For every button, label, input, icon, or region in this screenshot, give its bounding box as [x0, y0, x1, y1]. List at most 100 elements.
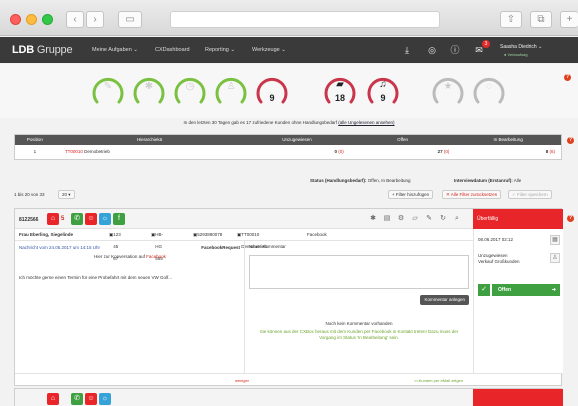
service-icon[interactable]: ☼ [99, 213, 111, 225]
filter-bar: Status (Handlungsbedarf): Offen, In Bear… [14, 178, 562, 202]
gauge-wrench[interactable]: ✎ [90, 72, 126, 108]
folder-icon[interactable]: ▱ [411, 215, 419, 223]
notice-text: In den letzten 30 Tagen gab es 17 zufrie… [183, 120, 395, 125]
refresh-icon[interactable]: ↻ [439, 215, 447, 223]
close-window-button[interactable] [10, 14, 21, 25]
user-name[interactable]: Saasha Diedrich ⌄ [500, 44, 542, 50]
save-filter-button[interactable]: ✓ Filter speichern [508, 190, 552, 199]
search-icon[interactable]: ⌕ [453, 215, 461, 223]
gauge-gray-star[interactable]: ★ [430, 72, 466, 108]
column-header[interactable]: Unzugewiesen [244, 135, 350, 145]
comment-label: Neuer Kommentar [249, 244, 286, 249]
status-select[interactable]: Offen ➜ [492, 284, 560, 296]
gauge-folder[interactable]: ▰ 18 [322, 72, 358, 108]
back-button[interactable]: ‹ [66, 11, 84, 28]
message-type: FacebookRequest [201, 245, 240, 250]
card-footer: weniger <<Kunden per eMail zeigen [15, 373, 563, 387]
message-meta: Nachricht vom 24.05.2017 um 14:15 Uhr [19, 245, 101, 250]
comment-input[interactable] [249, 255, 469, 289]
comment-pane: Neuer Kommentar Kommentar anlegen Noch k… [245, 241, 473, 373]
customer-info-row: Frau Eberling, Siegelinde ▣ 123 45 67 ▣ … [15, 229, 473, 261]
star-icon: ✱ [144, 81, 154, 92]
gauge-gray[interactable]: ◌ [471, 72, 507, 108]
notice-link[interactable]: (alle Ungelesenen ansehen) [338, 120, 394, 125]
logo[interactable]: LDB Gruppe [12, 44, 73, 56]
column-header[interactable]: Hierarchiekä [55, 135, 244, 145]
user-status: ● Verkaufsag [504, 52, 528, 57]
help-icon[interactable]: ? [564, 74, 571, 81]
gauge-star[interactable]: ✱ [131, 72, 167, 108]
check-icon[interactable]: ✓ [478, 284, 490, 296]
table-header: Position Hierarchiekä Unzugewiesen Offen… [15, 135, 561, 145]
message-pane: Nachricht vom 24.05.2017 um 14:15 Uhr Fa… [15, 241, 245, 373]
plate-field[interactable]: ▣ HB-HG 555 [151, 229, 163, 261]
person-icon: ♙ [226, 81, 236, 92]
nav-cxdashboard[interactable]: CXDashboard [155, 47, 190, 53]
star-icon[interactable]: ✱ [369, 215, 377, 223]
folder-icon: ▰ [336, 79, 344, 90]
alert-icon[interactable]: ☺ [85, 393, 97, 405]
edit-icon[interactable]: ✎ [425, 215, 433, 223]
gauge-red-1[interactable]: 9 [254, 72, 290, 108]
case-badge: 5 [61, 216, 65, 222]
sidebar-icon[interactable]: ▭ [118, 11, 142, 28]
column-header[interactable]: Position [15, 135, 55, 145]
url-bar[interactable] [170, 11, 440, 28]
calendar-icon[interactable]: ▦ [550, 235, 560, 245]
home-icon[interactable]: ⌂ [47, 213, 59, 225]
add-comment-button[interactable]: Kommentar anlegen [420, 295, 469, 305]
assign-user-icon[interactable]: ♙ [550, 253, 560, 263]
add-filter-button[interactable]: + Filter hinzufügen [388, 190, 434, 199]
info-icon[interactable]: ⓘ [448, 43, 462, 57]
case-card-next[interactable]: ⌂ ✆ ☺ ☼ [14, 388, 563, 406]
row-in-progress: 8 (6) [545, 149, 555, 154]
reset-filter-button[interactable]: ✕ Alle Filter zurücksetzen [442, 190, 502, 199]
column-header[interactable]: Offen [350, 135, 456, 145]
list-icon[interactable]: ▤ [383, 215, 391, 223]
card-header: 8122566 ⌂ 5 ✆ ☺ ☼ f ✱ ▤ ⚙ ▱ ✎ ↻ ⌕ [15, 209, 473, 229]
minimize-window-button[interactable] [26, 14, 37, 25]
browser-chrome: ‹ › ▭ ⇧ ⧉ + [0, 0, 578, 36]
column-header[interactable]: In Bearbeitung [455, 135, 561, 145]
download-icon[interactable]: ⤓ [400, 43, 414, 57]
less-link[interactable]: weniger [235, 378, 249, 383]
clock-icon: ◷ [185, 81, 195, 92]
alert-icon[interactable]: ☺ [85, 213, 97, 225]
order-field[interactable]: ▣ 5293890078 [193, 229, 222, 241]
gauge-bell[interactable]: ♫ 9 [365, 72, 401, 108]
facebook-link[interactable]: Facebook [146, 254, 166, 259]
table-row[interactable]: 1 TT00010 Demobetrieb 0 (0) 27 (0) 8 (6) [15, 145, 561, 159]
status-filter: Status (Handlungsbedarf): Offen, In Bear… [310, 178, 411, 183]
phone-icon[interactable]: ✆ [71, 213, 83, 225]
settings-icon[interactable]: ⚙ [397, 215, 405, 223]
message-body: Ich möchte gerne einen Termin für eine P… [19, 275, 172, 280]
per-page-select[interactable]: 20 ▾ [58, 190, 75, 199]
forward-button[interactable]: › [86, 11, 104, 28]
summary-table: Position Hierarchiekä Unzugewiesen Offen… [14, 134, 574, 160]
maximize-window-button[interactable] [42, 14, 53, 25]
nav-werkzeuge[interactable]: Werkzeuge ⌄ [252, 47, 286, 53]
message-sub: Hier zur Konversation auf Facebook [94, 254, 166, 259]
case-date: 08.06.2017 02:12 [478, 237, 514, 242]
chat-icon[interactable]: ◎ [425, 43, 439, 57]
service-icon[interactable]: ☼ [99, 393, 111, 405]
home-icon[interactable]: ⌂ [47, 393, 59, 405]
gauge-clock[interactable]: ◷ [172, 72, 208, 108]
help-icon[interactable]: ? [567, 215, 574, 222]
gauge-value: 9 [380, 93, 386, 103]
dealer-field[interactable]: ▣ TT00010 Demobetrieb [237, 229, 267, 249]
customer-name[interactable]: Frau Eberling, Siegelinde [19, 229, 73, 241]
gauge-person[interactable]: ♙ [213, 72, 249, 108]
phone-icon[interactable]: ✆ [71, 393, 83, 405]
nav-meine-aufgaben[interactable]: Meine Aufgaben ⌄ [92, 47, 138, 53]
result-count: 1 bis 20 von 33 [14, 192, 45, 197]
show-email-link[interactable]: <<Kunden per eMail zeigen [414, 378, 463, 383]
help-icon[interactable]: ? [567, 137, 574, 144]
share-icon[interactable]: ⇧ [500, 11, 522, 28]
tabs-icon[interactable]: ⧉ [530, 11, 552, 28]
phone-field[interactable]: ▣ 123 45 67 [109, 229, 121, 261]
facebook-icon[interactable]: f [113, 213, 125, 225]
case-id[interactable]: 8122566 [19, 217, 38, 223]
new-tab-icon[interactable]: + [560, 11, 578, 28]
nav-reporting[interactable]: Reporting ⌄ [205, 47, 235, 53]
